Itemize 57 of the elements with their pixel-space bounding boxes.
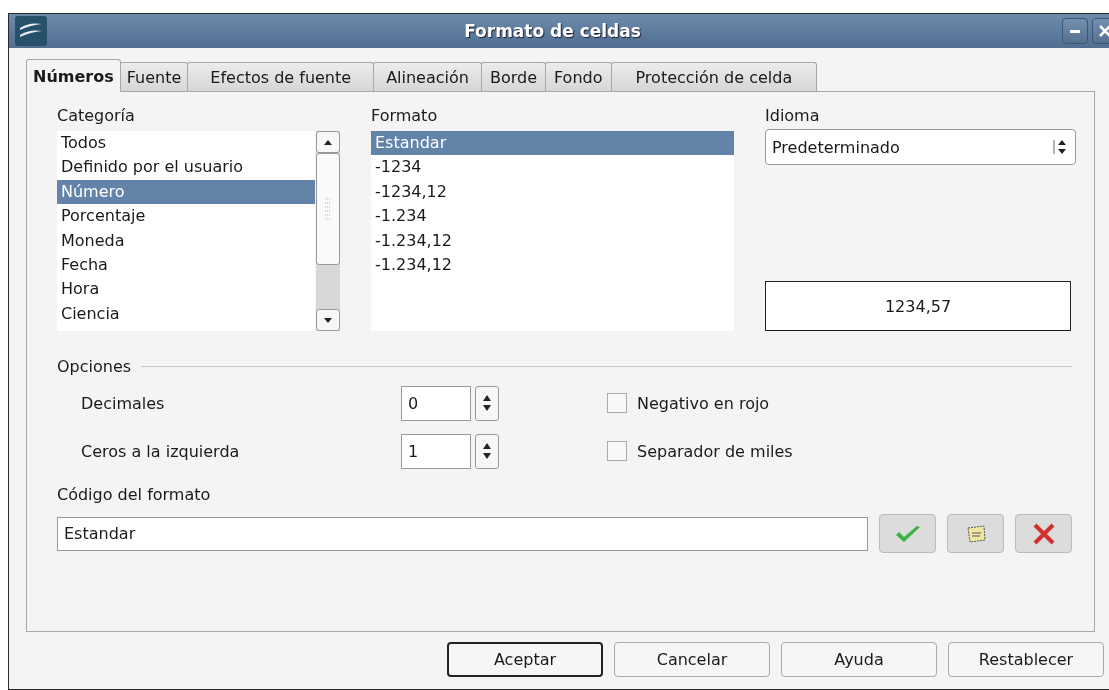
minimize-button[interactable] [1062, 18, 1088, 44]
list-item[interactable]: -1234,12 [371, 179, 734, 205]
category-label: Categoría [57, 106, 136, 127]
spinner-label: Decimales [81, 393, 166, 413]
list-item[interactable]: Ciencia [57, 301, 315, 327]
number-field[interactable]: 0 [401, 385, 471, 421]
dialog-button[interactable]: Aceptar [447, 642, 603, 677]
list-item[interactable]: -1.234,12 [371, 228, 734, 253]
language-label: Idioma [765, 106, 821, 127]
options-heading: Opciones [57, 357, 132, 376]
down-arrow-icon [322, 315, 334, 325]
list-item[interactable]: Fecha [57, 252, 315, 278]
updown-icon [481, 393, 493, 413]
list-item[interactable]: Hora [57, 277, 315, 302]
number-field[interactable]: 1 [401, 433, 471, 469]
tab[interactable]: Alineación [373, 62, 482, 91]
format-label: Formato [371, 106, 439, 127]
list-item[interactable]: Todos [57, 131, 315, 156]
list-item[interactable]: Moneda [57, 228, 315, 253]
language-dropdown[interactable]: Predeterminado [765, 129, 1076, 165]
tab[interactable]: Números [26, 59, 121, 92]
list-item[interactable]: -1.234 [371, 204, 734, 229]
tab[interactable]: Fuente [119, 62, 189, 91]
spin-button[interactable] [475, 385, 499, 421]
updown-icon [481, 441, 493, 461]
preview-box: 1234,57 [765, 281, 1071, 331]
close-icon [1099, 25, 1109, 37]
tab[interactable]: Protección de celda [610, 62, 818, 91]
tab[interactable]: Efectos de fuente [187, 62, 375, 91]
dialog-button[interactable]: Cancelar [614, 642, 770, 677]
updown-icon [1053, 139, 1067, 155]
list-item[interactable]: Porcentaje [57, 204, 315, 229]
checkbox-label: Separador de miles [637, 441, 793, 461]
list-item[interactable]: Número [57, 179, 315, 205]
window-title: Formato de celdas [463, 21, 642, 41]
minimize-icon [1070, 29, 1080, 33]
scrollbar-thumb[interactable] [316, 153, 340, 265]
dialog-button[interactable]: Restablecer [948, 642, 1104, 677]
delete-button[interactable] [1015, 514, 1072, 553]
checkbox[interactable] [607, 441, 627, 461]
format-code-label: Código del formato [57, 485, 212, 506]
app-logo-icon [15, 16, 47, 46]
checkbox[interactable] [607, 393, 627, 413]
list-item[interactable]: -1.234,12 [371, 252, 734, 278]
spinner-label: Ceros a la izquierda [81, 441, 241, 461]
checkbox-label: Negativo en rojo [637, 393, 770, 413]
tab[interactable]: Fondo [545, 62, 612, 91]
tab[interactable]: Borde [480, 62, 546, 91]
scroll-up-button[interactable] [316, 131, 340, 153]
dialog-button[interactable]: Ayuda [781, 642, 937, 677]
close-icon [1031, 522, 1056, 545]
list-item[interactable]: Definido por el usuario [57, 155, 315, 180]
spin-button[interactable] [475, 433, 499, 469]
list-item[interactable]: Estandar [371, 131, 734, 156]
scroll-down-button[interactable] [316, 309, 340, 331]
list-item[interactable]: -1234 [371, 155, 734, 180]
format-code-field[interactable]: Estandar [57, 516, 868, 551]
